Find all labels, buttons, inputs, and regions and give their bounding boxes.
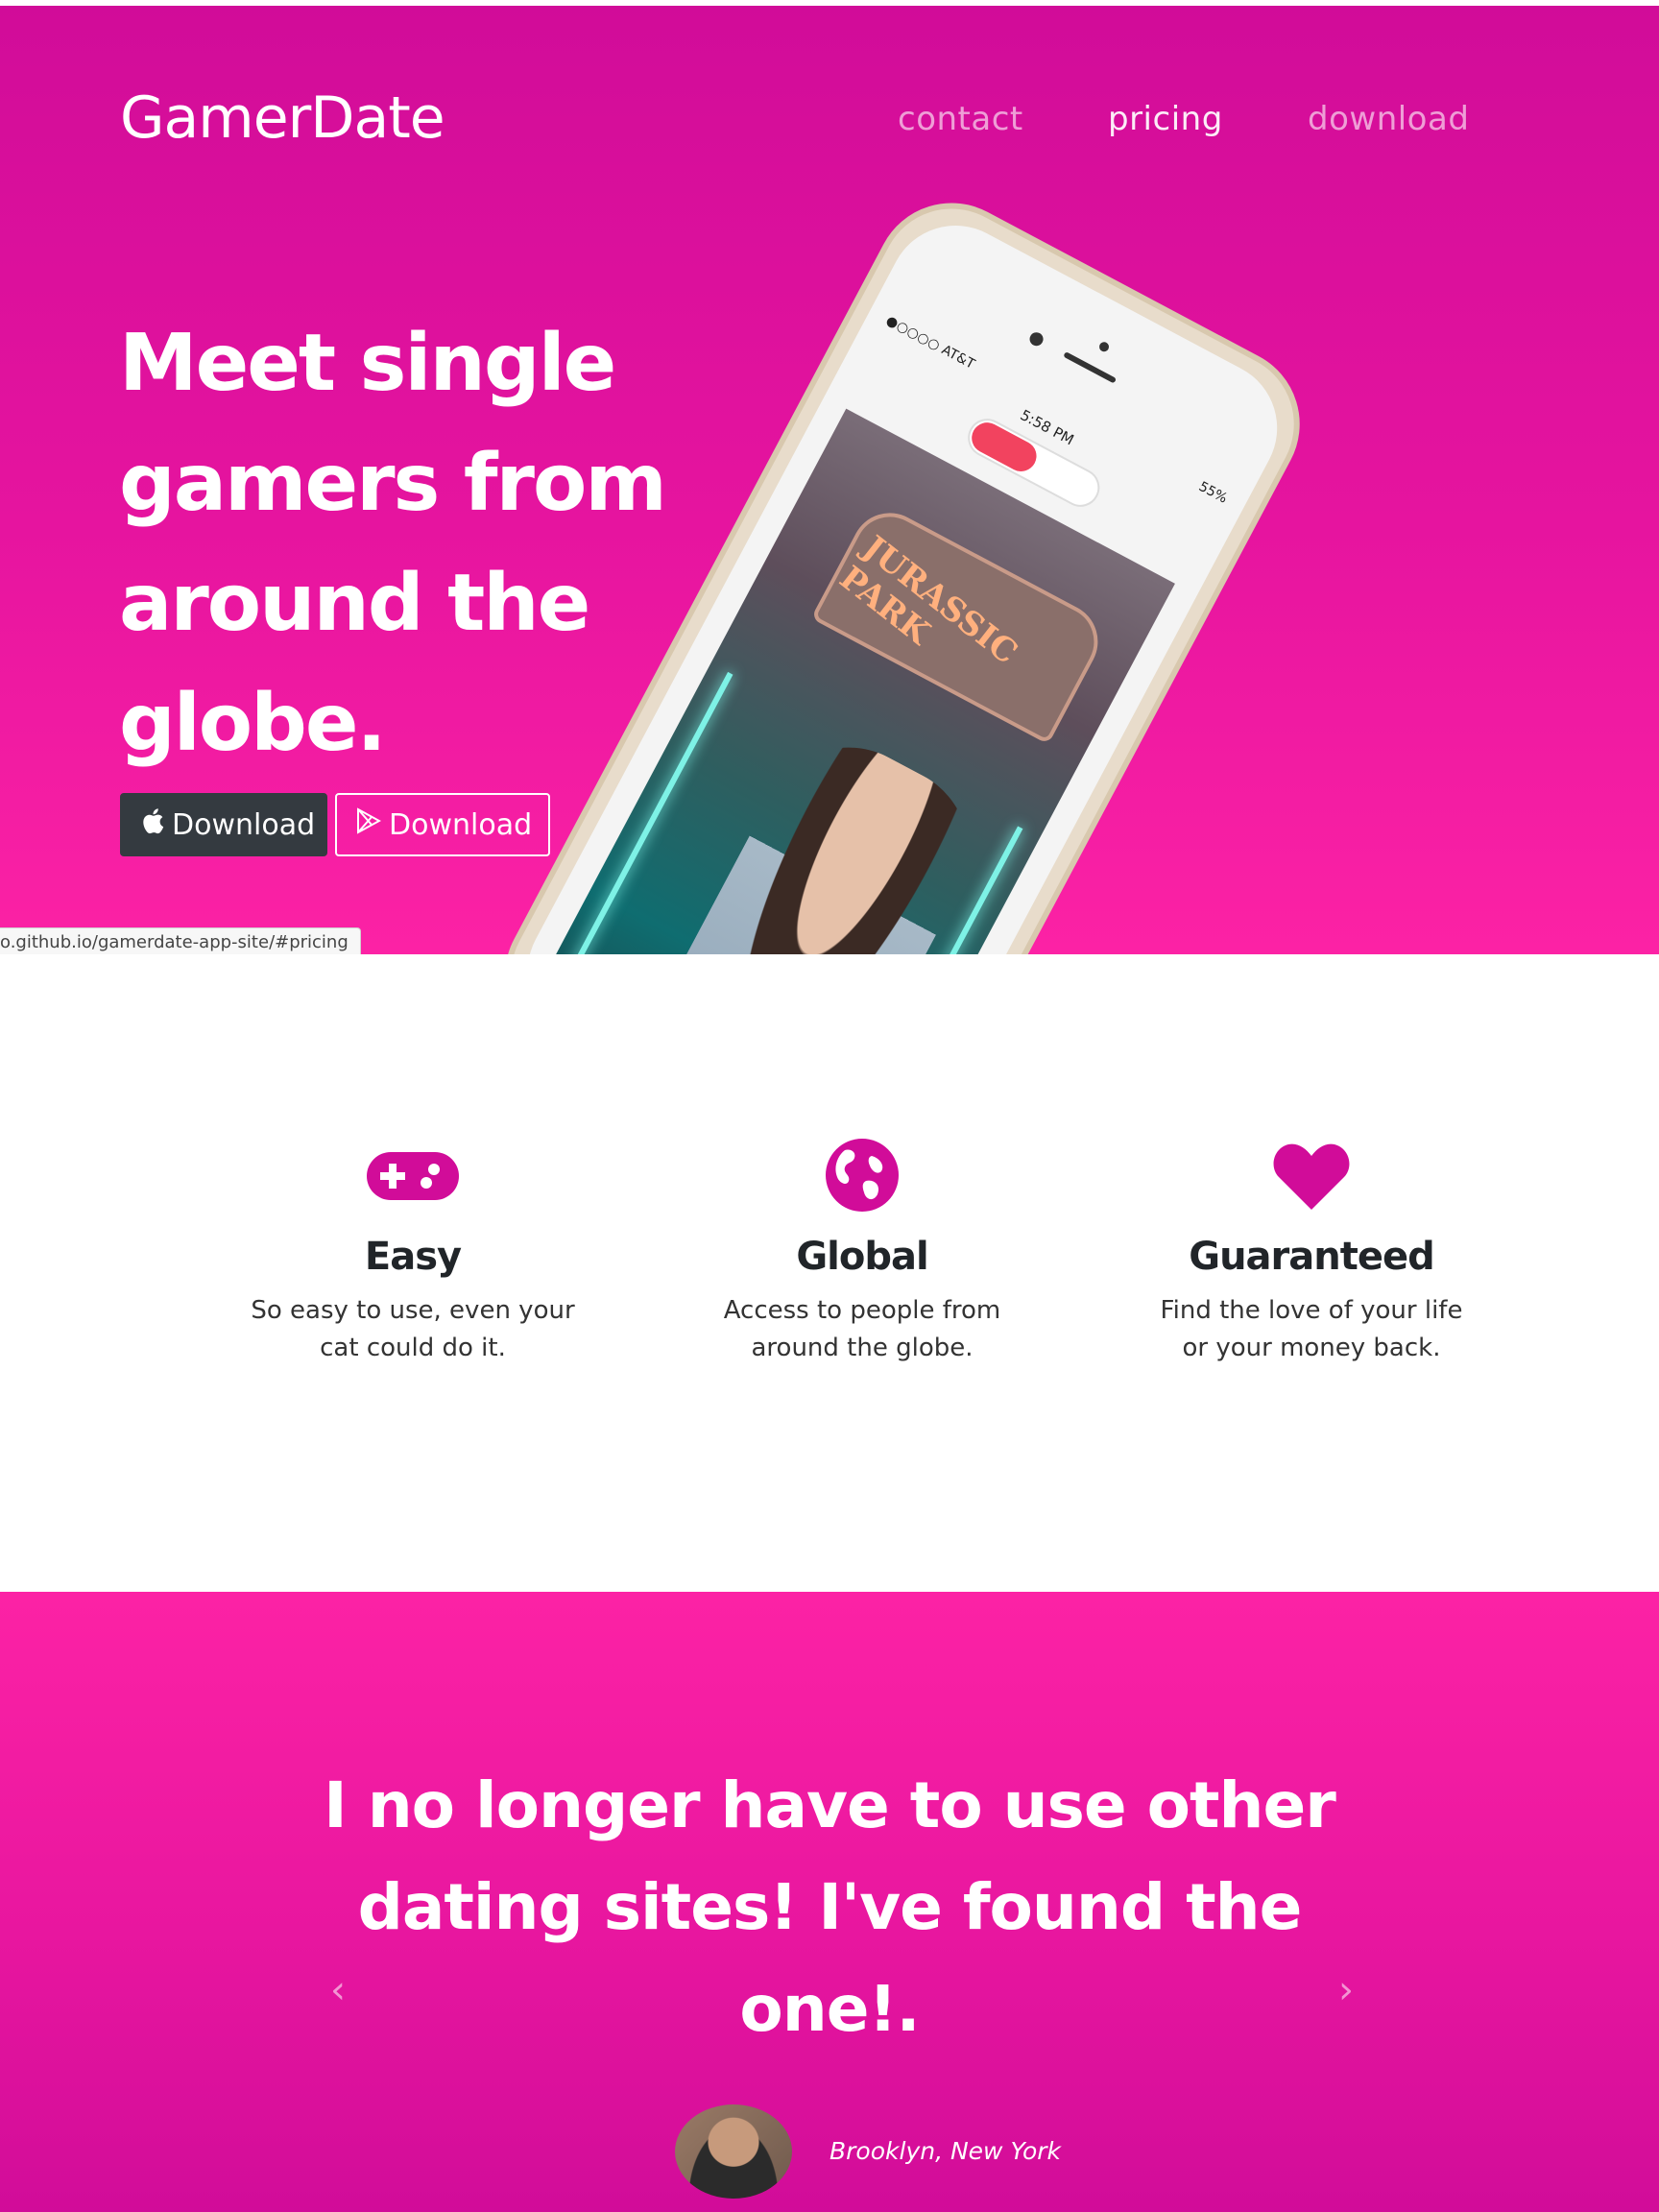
- feature-description: Access to people from around the globe.: [689, 1292, 1035, 1367]
- app-store-download-label: Download: [172, 807, 316, 842]
- feature-title: Global: [796, 1235, 928, 1279]
- testimonial-quote: I no longer have to use other dating sit…: [240, 1755, 1419, 2060]
- headline-line: around the: [119, 558, 590, 649]
- carousel-prev-icon[interactable]: ‹: [330, 1968, 346, 2012]
- google-play-download-label: Download: [389, 807, 533, 842]
- app-store-download-button[interactable]: Download: [120, 793, 327, 856]
- heart-icon: [1273, 1143, 1350, 1210]
- quote-line: I no longer have to use other: [324, 1768, 1336, 1842]
- feature-description-line: around the globe.: [751, 1334, 974, 1362]
- features-section: Easy So easy to use, even your cat could…: [0, 954, 1659, 1592]
- feature-description-line: cat could do it.: [320, 1334, 506, 1362]
- nav-download-link[interactable]: download: [1308, 100, 1469, 138]
- quote-line: dating sites! I've found the: [357, 1870, 1303, 1944]
- google-play-icon: [356, 807, 382, 842]
- feature-title: Easy: [364, 1235, 462, 1279]
- globe-icon: [826, 1139, 899, 1212]
- testimonial-avatar: [675, 2104, 792, 2199]
- nav-pricing-link[interactable]: pricing: [1108, 100, 1223, 138]
- feature-description-line: Find the love of your life: [1160, 1296, 1463, 1325]
- headline-line: Meet single: [119, 318, 616, 409]
- testimonial-carousel: I no longer have to use other dating sit…: [0, 1592, 1659, 2212]
- status-bar-url: o.github.io/gamerdate-app-site/#pricing: [0, 927, 361, 954]
- phone-camera-dot: [1097, 340, 1111, 354]
- apple-icon: [141, 807, 164, 842]
- phone-speaker: [1063, 351, 1118, 384]
- nav-contact-link[interactable]: contact: [898, 100, 1023, 138]
- headline-line: gamers from: [119, 438, 667, 529]
- feature-description: Find the love of your life or your money…: [1139, 1292, 1484, 1367]
- profile-photo-person: [605, 716, 999, 954]
- google-play-download-button[interactable]: Download: [335, 793, 550, 856]
- quote-line: one!.: [739, 1972, 920, 2046]
- carousel-next-icon[interactable]: ›: [1338, 1968, 1354, 2012]
- brand-logo[interactable]: GamerDate: [120, 84, 445, 152]
- feature-title: Guaranteed: [1189, 1235, 1435, 1279]
- feature-description-line: So easy to use, even your: [251, 1296, 575, 1325]
- hero-section: GamerDate contact pricing download Meet …: [0, 6, 1659, 954]
- feature-description-line: or your money back.: [1182, 1334, 1441, 1362]
- testimonial-location: Brooklyn, New York: [830, 2137, 1062, 2165]
- gamepad-icon: [367, 1152, 459, 1200]
- feature-description-line: Access to people from: [723, 1296, 1001, 1325]
- feature-guaranteed: Guaranteed Find the love of your life or…: [1139, 1137, 1484, 1367]
- feature-easy: Easy So easy to use, even your cat could…: [240, 1137, 586, 1367]
- feature-global: Global Access to people from around the …: [689, 1137, 1035, 1367]
- feature-description: So easy to use, even your cat could do i…: [240, 1292, 586, 1367]
- phone-camera: [1027, 329, 1046, 349]
